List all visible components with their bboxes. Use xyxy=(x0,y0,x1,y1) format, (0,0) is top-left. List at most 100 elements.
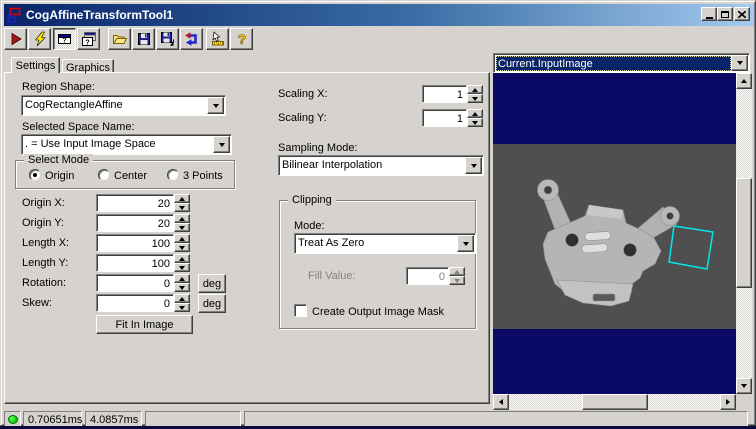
sampling-mode-drop-button[interactable] xyxy=(465,157,482,174)
cascade-tool-windows-button[interactable]: ? xyxy=(77,28,100,50)
spin-down-button[interactable] xyxy=(174,283,190,292)
scroll-right-button[interactable] xyxy=(720,394,736,410)
origin-x-label: Origin X: xyxy=(22,197,65,209)
save-button[interactable] xyxy=(132,28,155,50)
close-button[interactable] xyxy=(734,7,750,21)
arrow-up-icon xyxy=(179,276,185,281)
cascade-tool-windows-icon: ? xyxy=(81,32,96,47)
fill-value-spinner xyxy=(449,267,465,285)
status-time-1: 0.70651ms xyxy=(23,411,82,427)
image-selector-drop-button[interactable] xyxy=(731,55,748,71)
arrow-up-icon xyxy=(454,269,460,274)
float-tool-window-button[interactable]: ? xyxy=(53,28,76,50)
space-name-combo[interactable]: . = Use Input Image Space xyxy=(21,134,232,155)
horizontal-scroll-thumb[interactable] xyxy=(582,394,648,410)
space-name-drop-button[interactable] xyxy=(213,136,230,153)
spin-down-button[interactable] xyxy=(467,118,483,127)
length-x-label: Length X: xyxy=(22,237,70,249)
scaling-x-field[interactable]: 1 xyxy=(422,85,467,103)
tab-graphics[interactable]: Graphics xyxy=(62,59,114,74)
length-y-spinner[interactable] xyxy=(174,254,190,272)
create-output-mask-checkbox[interactable] xyxy=(294,304,307,317)
origin-y-field[interactable]: 20 xyxy=(96,214,174,232)
maximize-icon xyxy=(721,10,729,18)
origin-y-spinner[interactable] xyxy=(174,214,190,232)
fill-value-label: Fill Value: xyxy=(308,270,356,282)
spin-up-button[interactable] xyxy=(174,194,190,203)
scaling-y-field[interactable]: 1 xyxy=(422,109,467,127)
select-mode-title: Select Mode xyxy=(24,154,94,166)
radio-3points[interactable] xyxy=(167,169,179,181)
radio-origin[interactable] xyxy=(29,169,41,181)
scaling-x-spinner[interactable] xyxy=(467,85,483,103)
spin-down-button[interactable] xyxy=(174,263,190,272)
arrow-up-icon xyxy=(179,256,185,261)
clipping-title: Clipping xyxy=(288,194,336,206)
minimize-button[interactable] xyxy=(701,7,717,21)
scroll-down-button[interactable] xyxy=(736,378,752,394)
length-x-field[interactable]: 100 xyxy=(96,234,174,252)
region-shape-combo[interactable]: CogRectangleAffine xyxy=(21,95,226,116)
skew-field[interactable]: 0 xyxy=(96,294,174,312)
vertical-scrollbar[interactable] xyxy=(736,73,752,394)
spin-down-button[interactable] xyxy=(174,223,190,232)
spin-up-button[interactable] xyxy=(467,109,483,118)
skew-unit-button[interactable]: deg xyxy=(198,294,226,313)
run-button[interactable] xyxy=(4,28,27,50)
electrode-button[interactable] xyxy=(206,28,229,50)
scroll-up-button[interactable] xyxy=(736,73,752,89)
arrow-down-icon xyxy=(179,205,185,210)
rotation-field[interactable]: 0 xyxy=(96,274,174,292)
region-shape-drop-button[interactable] xyxy=(207,97,224,114)
spin-up-button[interactable] xyxy=(174,234,190,243)
spin-up-button[interactable] xyxy=(467,85,483,94)
spin-up-button[interactable] xyxy=(174,214,190,223)
clipping-mode-combo[interactable]: Treat As Zero xyxy=(294,233,476,254)
length-x-spinner[interactable] xyxy=(174,234,190,252)
arrow-left-icon xyxy=(499,399,503,405)
spin-up-button[interactable] xyxy=(174,294,190,303)
spin-down-button[interactable] xyxy=(174,243,190,252)
spin-down-button[interactable] xyxy=(174,203,190,212)
scroll-left-button[interactable] xyxy=(493,394,509,410)
origin-x-field[interactable]: 20 xyxy=(96,194,174,212)
vertical-scroll-thumb[interactable] xyxy=(736,178,752,288)
trigger-button[interactable] xyxy=(28,28,51,50)
spin-up-button xyxy=(449,267,465,276)
sampling-mode-combo[interactable]: Bilinear Interpolation xyxy=(278,155,484,176)
spin-down-button[interactable] xyxy=(174,303,190,312)
horizontal-scrollbar[interactable] xyxy=(493,394,736,410)
reset-button[interactable] xyxy=(180,28,203,50)
fit-in-image-button[interactable]: Fit In Image xyxy=(96,315,193,334)
tab-settings[interactable]: Settings xyxy=(11,57,60,73)
rotation-unit-button[interactable]: deg xyxy=(198,274,226,293)
arrow-up-icon xyxy=(472,111,478,116)
maximize-button[interactable] xyxy=(717,7,733,21)
length-y-field[interactable]: 100 xyxy=(96,254,174,272)
status-panel-3 xyxy=(145,411,241,427)
input-image-photo xyxy=(493,144,736,329)
spin-down-button[interactable] xyxy=(467,94,483,103)
title-bar[interactable]: CogAffineTransformTool1 xyxy=(4,4,754,26)
open-button[interactable] xyxy=(108,28,131,50)
clipping-mode-label: Mode: xyxy=(294,220,325,232)
save-as-button[interactable] xyxy=(156,28,179,50)
radio-center-label: Center xyxy=(114,170,148,182)
spin-up-button[interactable] xyxy=(174,274,190,283)
scaling-y-spinner[interactable] xyxy=(467,109,483,127)
skew-spinner[interactable] xyxy=(174,294,190,312)
origin-x-spinner[interactable] xyxy=(174,194,190,212)
scaling-x-label: Scaling X: xyxy=(278,88,328,100)
image-selector-combo[interactable]: Current.InputImage xyxy=(493,53,750,73)
spin-up-button[interactable] xyxy=(174,254,190,263)
radio-center[interactable] xyxy=(98,169,110,181)
sampling-mode-value: Bilinear Interpolation xyxy=(282,159,383,171)
chevron-down-icon xyxy=(212,103,219,108)
clipping-mode-drop-button[interactable] xyxy=(457,235,474,252)
arrow-right-icon xyxy=(726,399,730,405)
help-button[interactable]: ? xyxy=(230,28,253,50)
radio-origin-label: Origin xyxy=(45,170,75,182)
rotation-spinner[interactable] xyxy=(174,274,190,292)
image-display[interactable] xyxy=(493,73,736,394)
arrow-down-icon xyxy=(179,225,185,230)
